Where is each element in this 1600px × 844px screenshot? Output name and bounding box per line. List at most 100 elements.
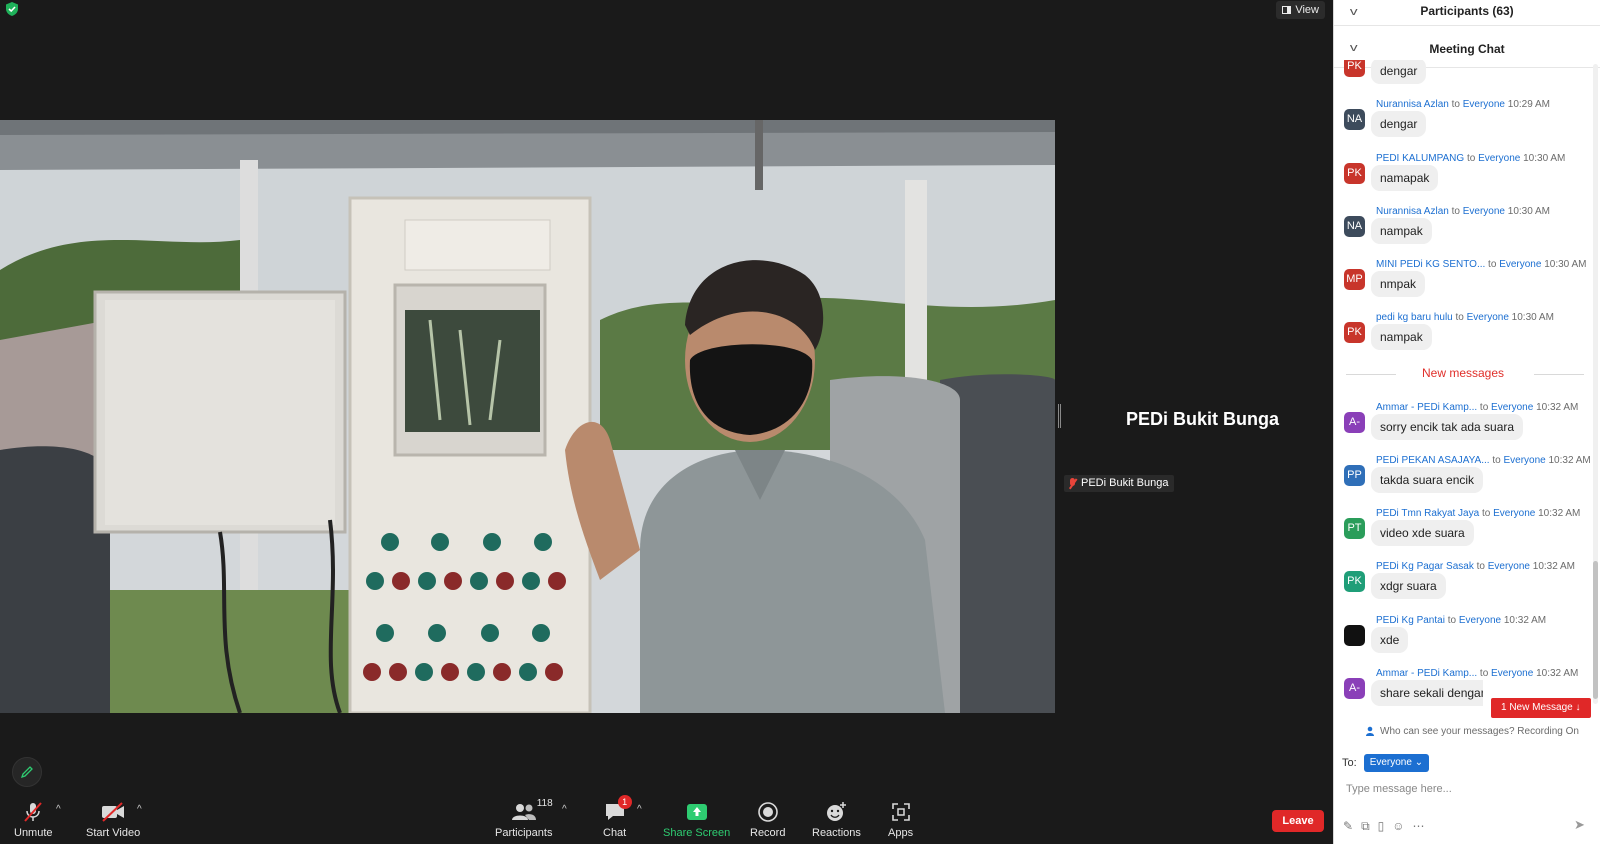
sender-name[interactable]: pedi kg baru hulu xyxy=(1376,312,1453,323)
sender-avatar: A- xyxy=(1344,678,1365,699)
recipient-name[interactable]: Everyone xyxy=(1463,99,1505,110)
sender-name[interactable]: PEDi Kg Pantai xyxy=(1376,615,1445,626)
sender-name[interactable]: PEDi Tmn Rakyat Jaya xyxy=(1376,508,1479,519)
more-icon[interactable]: ⋯ xyxy=(1413,819,1425,834)
chat-message[interactable]: PP PEDi PEKAN ASAJAYA... to Everyone 10:3… xyxy=(1334,455,1592,509)
message-bubble: dengar xyxy=(1371,111,1427,137)
chat-options-caret[interactable]: ^ xyxy=(637,804,642,815)
sender-avatar: PK xyxy=(1344,163,1365,184)
chat-button[interactable]: 1 Chat xyxy=(603,795,632,839)
chat-tools: ✎ ⧉ ▯ ☺ ⋯ xyxy=(1343,819,1425,834)
leave-button[interactable]: Leave xyxy=(1272,810,1324,832)
record-button[interactable]: Record xyxy=(750,800,785,839)
chat-unread-badge: 1 xyxy=(617,795,632,809)
sender-avatar: NA xyxy=(1344,109,1365,130)
message-meta: Nurannisa Azlan to Everyone 10:30 AM xyxy=(1376,206,1551,217)
sender-name[interactable]: PEDi PEKAN ASAJAYA... xyxy=(1376,455,1490,466)
active-speaker-video xyxy=(0,120,1055,713)
sender-name[interactable]: PEDI KALUMPANG xyxy=(1376,153,1464,164)
message-bubble: namapak xyxy=(1371,165,1439,191)
chevron-down-icon: ⌄ xyxy=(1414,757,1424,768)
reactions-button[interactable]: Reactions xyxy=(812,800,861,839)
chat-scrollbar[interactable] xyxy=(1593,64,1598,704)
message-meta: PEDi Kg Pantai to Everyone 10:32 AM xyxy=(1376,615,1547,626)
participants-panel-header[interactable]: v Participants (63) xyxy=(1334,0,1600,26)
chat-message[interactable]: MP MINI PEDi KG SENTO... to Everyone 10:3… xyxy=(1334,259,1592,313)
chat-message[interactable]: A- Ammar - PEDi Kamp... to Everyone 10:32… xyxy=(1334,402,1592,456)
chat-message-list[interactable]: PK dengar NA Nurannisa Azlan to Everyone 10… xyxy=(1334,60,1592,722)
send-icon[interactable]: ➤ xyxy=(1574,817,1585,833)
chat-message[interactable]: PK dengar xyxy=(1334,60,1592,100)
unmute-button[interactable]: Unmute xyxy=(14,800,53,839)
recipient-name[interactable]: Everyone xyxy=(1478,153,1520,164)
participants-options-caret[interactable]: ^ xyxy=(562,804,567,815)
sender-avatar: PK xyxy=(1344,322,1365,343)
sender-name[interactable]: Nurannisa Azlan xyxy=(1376,206,1449,217)
recipient-name[interactable]: Everyone xyxy=(1467,312,1509,323)
format-text-icon[interactable]: ✎ xyxy=(1343,819,1353,834)
sender-name[interactable]: MINI PEDi KG SENTO... xyxy=(1376,259,1485,270)
recipient-name[interactable]: Everyone xyxy=(1503,455,1545,466)
gallery-resize-handle[interactable] xyxy=(1058,404,1061,428)
message-meta: PEDi PEKAN ASAJAYA... to Everyone 10:32 … xyxy=(1376,455,1591,466)
shield-icon[interactable] xyxy=(4,1,20,17)
message-bubble: xde xyxy=(1371,627,1409,653)
view-button[interactable]: View xyxy=(1276,1,1325,19)
message-meta: PEDi Kg Pagar Sasak to Everyone 10:32 AM xyxy=(1376,561,1576,572)
recipient-name[interactable]: Everyone xyxy=(1488,561,1530,572)
file-icon[interactable]: ▯ xyxy=(1378,819,1385,834)
chat-message[interactable]: PK PEDI KALUMPANG to Everyone 10:30 AM nam… xyxy=(1334,153,1592,207)
chat-message[interactable]: PEDi Kg Pantai to Everyone 10:32 AM xde xyxy=(1334,615,1592,669)
sender-name[interactable]: Nurannisa Azlan xyxy=(1376,99,1449,110)
chat-message[interactable]: PK pedi kg baru hulu to Everyone 10:30 AM… xyxy=(1334,312,1592,366)
message-bubble: sorry encik tak ada suara xyxy=(1371,414,1524,440)
participants-button[interactable]: 118 Participants xyxy=(495,798,553,839)
message-time: 10:30 AM xyxy=(1507,206,1551,217)
sender-name[interactable]: Ammar - PEDi Kamp... xyxy=(1376,668,1477,679)
video-frame xyxy=(0,120,1055,713)
chat-message[interactable]: NA Nurannisa Azlan to Everyone 10:29 AM de… xyxy=(1334,99,1592,153)
participants-icon: 118 xyxy=(511,798,553,824)
recipient-name[interactable]: Everyone xyxy=(1491,402,1533,413)
record-label: Record xyxy=(750,827,786,839)
chat-message[interactable]: PT PEDi Tmn Rakyat Jaya to Everyone 10:32… xyxy=(1334,508,1592,562)
chat-privacy-notice[interactable]: Who can see your messages? Recording On xyxy=(1365,726,1579,737)
message-bubble: dengar xyxy=(1371,60,1427,84)
share-screen-icon xyxy=(686,800,708,824)
chat-scrollbar-thumb[interactable] xyxy=(1593,561,1598,699)
video-options-caret[interactable]: ^ xyxy=(137,804,142,815)
audio-options-caret[interactable]: ^ xyxy=(56,804,61,815)
chat-icon: 1 xyxy=(604,795,632,824)
message-meta: Nurannisa Azlan to Everyone 10:29 AM xyxy=(1376,99,1551,110)
participants-count: 118 xyxy=(536,798,553,809)
recipient-name[interactable]: Everyone xyxy=(1459,615,1501,626)
chat-message[interactable]: NA Nurannisa Azlan to Everyone 10:30 AM na… xyxy=(1334,206,1592,260)
recipient-name[interactable]: Everyone xyxy=(1493,508,1535,519)
sender-avatar: PK xyxy=(1344,60,1365,77)
recipient-name[interactable]: Everyone xyxy=(1463,206,1505,217)
participants-panel-title: Participants (63) xyxy=(1420,4,1514,18)
sender-name[interactable]: Ammar - PEDi Kamp... xyxy=(1376,402,1477,413)
chat-message-input[interactable] xyxy=(1346,780,1586,798)
apps-icon xyxy=(890,800,912,824)
share-screen-button[interactable]: Share Screen xyxy=(663,800,730,839)
person-icon xyxy=(1366,726,1374,736)
view-icon xyxy=(1282,6,1292,14)
message-meta: PEDi Tmn Rakyat Jaya to Everyone 10:32 A… xyxy=(1376,508,1581,519)
chat-recipient-row: To: Everyone ⌄ xyxy=(1342,754,1430,772)
video-off-icon xyxy=(100,800,126,824)
emoji-icon[interactable]: ☺ xyxy=(1392,819,1404,834)
message-time: 10:32 AM xyxy=(1536,668,1579,679)
reactions-label: Reactions xyxy=(812,827,861,839)
annotate-button[interactable] xyxy=(12,757,42,787)
chat-message[interactable]: PK PEDi Kg Pagar Sasak to Everyone 10:32 … xyxy=(1334,561,1592,615)
new-message-button[interactable]: 1 New Message ↓ xyxy=(1491,698,1591,718)
recipient-name[interactable]: Everyone xyxy=(1491,668,1533,679)
sender-name[interactable]: PEDi Kg Pagar Sasak xyxy=(1376,561,1474,572)
apps-button[interactable]: Apps xyxy=(888,800,913,839)
start-video-label: Start Video xyxy=(86,827,141,839)
start-video-button[interactable]: Start Video xyxy=(86,800,140,839)
recipient-name[interactable]: Everyone xyxy=(1499,259,1541,270)
recipient-select[interactable]: Everyone ⌄ xyxy=(1363,754,1430,772)
screenshot-icon[interactable]: ⧉ xyxy=(1361,819,1370,834)
